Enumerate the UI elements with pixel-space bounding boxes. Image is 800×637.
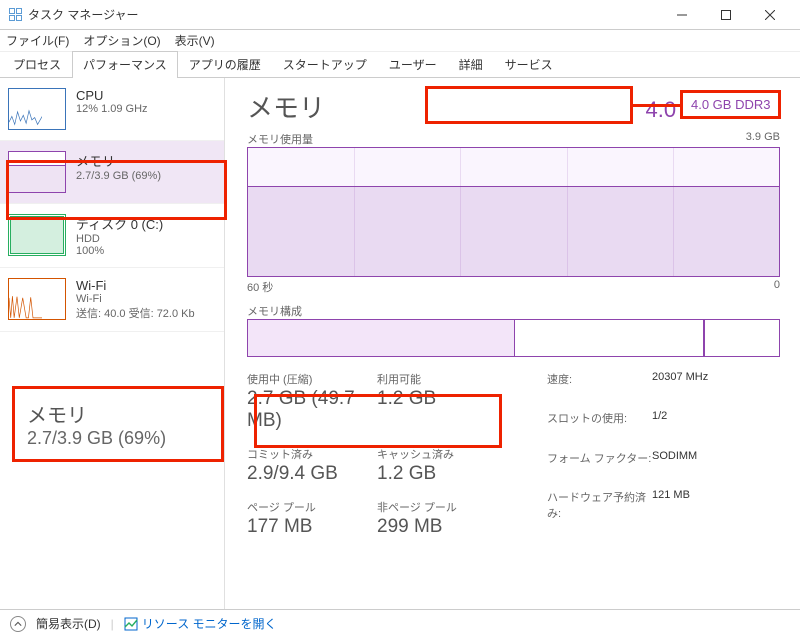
maximize-button[interactable]: [704, 0, 748, 30]
tab-strip: プロセス パフォーマンス アプリの履歴 スタートアップ ユーザー 詳細 サービス: [0, 52, 800, 78]
reserved-value: 121 MB: [652, 489, 708, 538]
tab-details[interactable]: 詳細: [448, 51, 494, 77]
annotation-stats-box: [254, 394, 502, 448]
form-factor-value: SODIMM: [652, 450, 708, 483]
usage-chart-max: 3.9 GB: [746, 131, 780, 147]
tab-users[interactable]: ユーザー: [378, 51, 448, 77]
minimize-button[interactable]: [660, 0, 704, 30]
nonpaged-pool-value: 299 MB: [377, 516, 487, 538]
available-label: 利用可能: [377, 371, 487, 387]
speed-label: 速度:: [547, 371, 652, 404]
annotation-spec-box: [425, 86, 633, 124]
menu-options[interactable]: オプション(O): [83, 32, 160, 49]
tab-performance[interactable]: パフォーマンス: [72, 51, 178, 77]
annotation-sidebar-memory-box: [6, 160, 227, 220]
tab-startup[interactable]: スタートアップ: [272, 51, 378, 77]
sidebar-item-cpu[interactable]: CPU 12% 1.09 GHz: [0, 78, 224, 141]
chart-axis-right: 0: [774, 279, 780, 295]
task-manager-icon: [8, 8, 22, 22]
in-use-label: 使用中 (圧縮): [247, 371, 377, 387]
sidebar-cpu-stats: 12% 1.09 GHz: [76, 103, 148, 115]
sidebar-disk-sub2: 100%: [76, 245, 163, 257]
wifi-thumb-icon: [8, 278, 66, 320]
tab-app-history[interactable]: アプリの履歴: [178, 51, 272, 77]
page-title: メモリ: [247, 88, 325, 125]
committed-value: 2.9/9.4 GB: [247, 463, 377, 485]
annotation-callout-memory: メモリ 2.7/3.9 GB (69%): [12, 386, 224, 462]
cached-value: 1.2 GB: [377, 463, 487, 485]
sidebar-disk-sub1: HDD: [76, 233, 163, 245]
cpu-thumb-icon: [8, 88, 66, 130]
committed-label: コミット済み: [247, 446, 377, 462]
annotation-connector-line: [633, 104, 681, 107]
performance-sidebar: CPU 12% 1.09 GHz メモリ 2.7/3.9 GB (69%) ディ…: [0, 78, 225, 609]
disk-thumb-icon: [8, 214, 66, 256]
resource-monitor-icon: [124, 617, 138, 631]
window-title: タスク マネージャー: [28, 6, 660, 23]
simple-view-button[interactable]: 簡易表示(D): [36, 615, 101, 632]
form-factor-label: フォーム ファクター:: [547, 450, 652, 483]
memory-usage-chart: [247, 147, 780, 277]
sidebar-wifi-name: Wi-Fi: [76, 278, 195, 293]
composition-label: メモリ構成: [247, 303, 302, 319]
sidebar-item-wifi[interactable]: Wi-Fi Wi-Fi 送信: 40.0 受信: 72.0 Kb: [0, 268, 224, 332]
menu-file[interactable]: ファイル(F): [6, 32, 69, 49]
nonpaged-pool-label: 非ページ プール: [377, 499, 487, 515]
menu-view[interactable]: 表示(V): [175, 32, 215, 49]
memory-meta-block: 速度: 20307 MHz スロットの使用: 1/2 フォーム ファクター: S…: [547, 371, 708, 538]
sidebar-wifi-sub1: Wi-Fi: [76, 293, 195, 305]
tab-processes[interactable]: プロセス: [2, 51, 72, 77]
footer-bar: 簡易表示(D) | リソース モニターを開く: [0, 609, 800, 637]
reserved-label: ハードウェア予約済み:: [547, 489, 652, 538]
memory-composition-chart: [247, 319, 780, 357]
tab-services[interactable]: サービス: [494, 51, 564, 77]
open-resource-monitor-link[interactable]: リソース モニターを開く: [124, 615, 277, 632]
speed-value: 20307 MHz: [652, 371, 708, 404]
memory-panel: メモリ 4.0 GB DDR3 メモリ使用量 3.9 GB 60 秒 0 メモリ…: [225, 78, 800, 609]
window-titlebar: タスク マネージャー: [0, 0, 800, 30]
slots-value: 1/2: [652, 410, 708, 443]
slots-label: スロットの使用:: [547, 410, 652, 443]
chevron-up-icon[interactable]: [10, 616, 26, 632]
sidebar-wifi-sub2: 送信: 40.0 受信: 72.0 Kb: [76, 305, 195, 321]
chart-axis-left: 60 秒: [247, 279, 273, 295]
annotation-callout-spec: 4.0 GB DDR3: [680, 90, 781, 119]
sidebar-cpu-name: CPU: [76, 88, 148, 103]
close-button[interactable]: [748, 0, 792, 30]
paged-pool-value: 177 MB: [247, 516, 377, 538]
cached-label: キャッシュ済み: [377, 446, 487, 462]
usage-chart-label: メモリ使用量: [247, 131, 313, 147]
menu-bar: ファイル(F) オプション(O) 表示(V): [0, 30, 800, 52]
paged-pool-label: ページ プール: [247, 499, 377, 515]
